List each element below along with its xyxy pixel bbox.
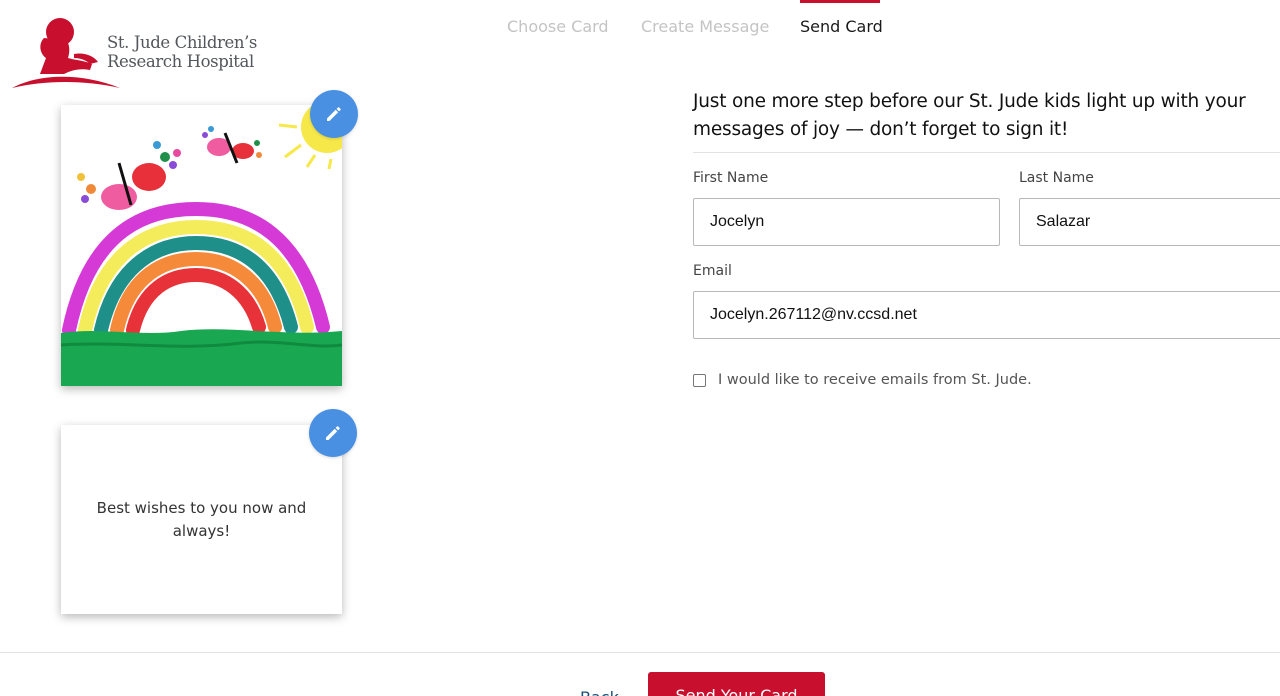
rainbow-butterflies-drawing	[61, 105, 342, 386]
heading-divider	[693, 152, 1280, 153]
email-opt-in-checkbox[interactable]	[693, 373, 706, 387]
step-choose-card[interactable]: Choose Card	[507, 17, 609, 36]
step-create-message[interactable]: Create Message	[641, 17, 769, 36]
brand-line-2: Research Hospital	[107, 52, 254, 71]
back-button[interactable]: Back	[580, 688, 619, 696]
email-field[interactable]	[693, 291, 1280, 339]
first-name-field[interactable]	[693, 198, 1000, 246]
email-opt-in[interactable]: I would like to receive emails from St. …	[693, 372, 1032, 388]
progress-steps: Choose Card Create Message Send Card	[0, 0, 1280, 50]
footer-divider	[0, 652, 1280, 653]
email-label: Email	[693, 263, 732, 279]
form-heading: Just one more step before our St. Jude k…	[693, 91, 1246, 140]
email-opt-in-label: I would like to receive emails from St. …	[718, 372, 1032, 388]
last-name-field[interactable]	[1019, 198, 1280, 246]
edit-card-message-button[interactable]	[309, 409, 357, 457]
edit-card-front-button[interactable]	[310, 90, 358, 138]
card-back-preview: Best wishes to you now and always!	[61, 425, 342, 614]
last-name-label: Last Name	[1019, 170, 1094, 186]
pencil-icon	[327, 107, 341, 121]
card-front-preview	[61, 105, 342, 386]
pencil-icon	[326, 426, 340, 440]
first-name-label: First Name	[693, 170, 769, 186]
step-send-card[interactable]: Send Card	[800, 17, 883, 36]
active-step-indicator	[800, 0, 880, 3]
send-card-button[interactable]: Send Your Card	[648, 672, 825, 696]
card-message-text: Best wishes to you now and always!	[96, 498, 307, 540]
